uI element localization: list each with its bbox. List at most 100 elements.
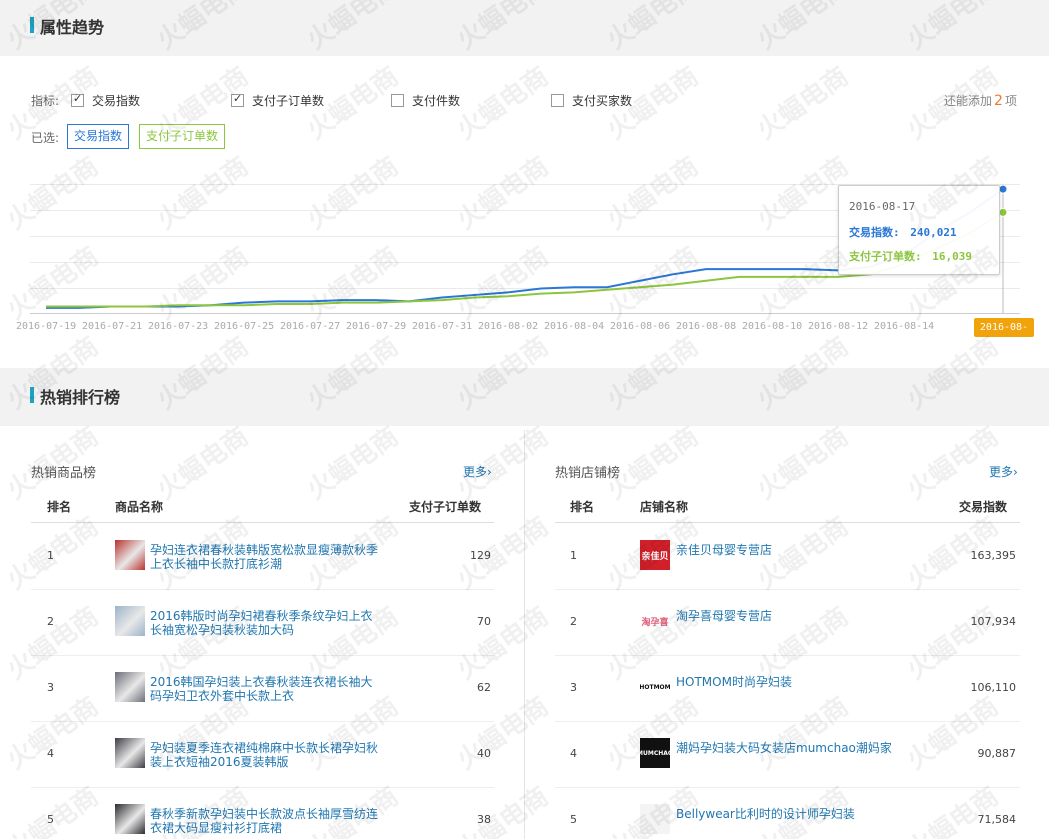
section-accent-bar xyxy=(30,387,34,403)
table-header-divider xyxy=(555,522,1020,523)
watermark-text: 火蝠电商 xyxy=(901,601,1004,686)
chevron-right-icon: › xyxy=(1013,465,1018,479)
row-divider xyxy=(555,787,1020,788)
row-value: 107,934 xyxy=(970,615,1017,628)
row-rank: 5 xyxy=(570,813,577,826)
more-label: 更多 xyxy=(989,465,1014,479)
x-tick-label: 2016-08-02 xyxy=(478,321,539,332)
shop-logo[interactable]: HOTMOM xyxy=(640,672,670,702)
x-tick-label: 2016-08-08 xyxy=(676,321,737,332)
trend-chart-plot[interactable] xyxy=(0,0,1049,340)
chevron-right-icon: › xyxy=(487,465,492,479)
watermark-text: 火蝠电商 xyxy=(751,421,854,506)
x-tick-label: 2016-08-12 xyxy=(808,321,869,332)
product-name-link[interactable]: 2016韩版时尚孕妇裙春秋季条纹孕妇上衣长袖宽松孕妇装秋装加大码 xyxy=(150,609,382,637)
row-rank: 2 xyxy=(570,615,577,628)
row-value: 62 xyxy=(477,681,491,694)
row-rank: 3 xyxy=(570,681,577,694)
row-rank: 2 xyxy=(47,615,54,628)
row-value: 163,395 xyxy=(970,549,1017,562)
row-rank: 4 xyxy=(47,747,54,760)
shop-logo[interactable] xyxy=(640,804,670,834)
tooltip-date: 2016-08-17 xyxy=(849,200,916,213)
x-tick-label: 2016-07-23 xyxy=(148,321,209,332)
row-divider xyxy=(31,787,494,788)
shop-name-link[interactable]: 亲佳贝母婴专营店 xyxy=(676,543,896,557)
x-tick-label: 2016-07-21 xyxy=(82,321,143,332)
shop-logo-text: HOTMOM xyxy=(640,683,670,691)
row-divider xyxy=(31,655,494,656)
row-value: 40 xyxy=(477,747,491,760)
row-rank: 5 xyxy=(47,813,54,826)
tooltip-series1-value: 240,021 xyxy=(910,226,957,239)
col-product-name: 商品名称 xyxy=(115,500,164,514)
shop-logo-text: MUMCHAO xyxy=(640,749,670,757)
data-point-s1 xyxy=(998,184,1008,194)
ranking-section-header: 热销排行榜 xyxy=(0,368,1049,426)
more-label: 更多 xyxy=(463,465,488,479)
col-rank: 排名 xyxy=(570,500,595,514)
watermark-text: 火蝠电商 xyxy=(901,781,1004,839)
hot-products-title: 热销商品榜 xyxy=(31,466,97,481)
row-rank: 1 xyxy=(570,549,577,562)
x-tick-label: 2016-08-06 xyxy=(610,321,671,332)
product-name-link[interactable]: 2016韩国孕妇装上衣春秋装连衣裙长袖大码孕妇卫衣外套中长款上衣 xyxy=(150,675,382,703)
row-value: 129 xyxy=(470,549,491,562)
x-tick-label: 2016-07-25 xyxy=(214,321,275,332)
row-value: 71,584 xyxy=(977,813,1017,826)
col-rank: 排名 xyxy=(47,500,72,514)
row-divider xyxy=(31,589,494,590)
row-divider xyxy=(31,721,494,722)
watermark-text: 火蝠电商 xyxy=(751,691,854,776)
watermark-text: 火蝠电商 xyxy=(901,691,1004,776)
row-divider xyxy=(555,589,1020,590)
row-value: 38 xyxy=(477,813,491,826)
shop-name-link[interactable]: 淘孕喜母婴专营店 xyxy=(676,609,896,623)
row-rank: 4 xyxy=(570,747,577,760)
shop-logo[interactable]: MUMCHAO xyxy=(640,738,670,768)
shop-logo[interactable]: 淘孕喜 xyxy=(640,606,670,636)
hot-shops-more-link[interactable]: 更多› xyxy=(989,463,1018,480)
ranking-section-title: 热销排行榜 xyxy=(40,388,121,407)
x-tick-label: 2016-07-31 xyxy=(412,321,473,332)
product-thumbnail[interactable] xyxy=(115,606,145,636)
hot-products-more-link[interactable]: 更多› xyxy=(463,463,492,480)
product-name-link[interactable]: 孕妇连衣裙春秋装韩版宽松款显瘦薄款秋季上衣长袖中长款打底衫潮 xyxy=(150,543,382,571)
x-tick-label: 2016-07-27 xyxy=(280,321,341,332)
table-header-divider xyxy=(31,522,494,523)
product-thumbnail[interactable] xyxy=(115,672,145,702)
col-transaction-index: 交易指数 xyxy=(959,500,1008,514)
tooltip-series1-label: 交易指数: xyxy=(849,226,900,239)
product-thumbnail[interactable] xyxy=(115,540,145,570)
col-paid-suborders: 支付子订单数 xyxy=(409,500,482,514)
x-tick-label: 2016-08-10 xyxy=(742,321,803,332)
row-rank: 3 xyxy=(47,681,54,694)
tooltip-series2-value: 16,039 xyxy=(932,250,972,263)
product-name-link[interactable]: 孕妇装夏季连衣裙纯棉麻中长款长裙孕妇秋装上衣短袖2016夏装韩版 xyxy=(150,741,382,769)
tooltip-series2: 支付子订单数: 16,039 xyxy=(849,248,972,264)
row-value: 106,110 xyxy=(970,681,1017,694)
product-name-link[interactable]: 春秋季新款孕妇装中长款波点长袖厚雪纺连衣裙大码显瘦衬衫打底裙 xyxy=(150,807,382,835)
row-value: 90,887 xyxy=(977,747,1017,760)
shop-name-link[interactable]: Bellywear比利时的设计师孕妇装 xyxy=(676,807,896,821)
highlight-date-label: 2016-08-17 xyxy=(974,318,1034,352)
shop-logo-text: 淘孕喜 xyxy=(641,617,669,628)
shop-name-link[interactable]: HOTMOM时尚孕妇装 xyxy=(676,675,896,689)
tooltip-series1: 交易指数: 240,021 xyxy=(849,224,957,240)
row-value: 70 xyxy=(477,615,491,628)
row-rank: 1 xyxy=(47,549,54,562)
row-divider xyxy=(555,721,1020,722)
col-shop-name: 店铺名称 xyxy=(640,500,689,514)
shop-logo[interactable]: 亲佳贝 xyxy=(640,540,670,570)
data-point-s2 xyxy=(998,207,1008,217)
x-tick-label: 2016-08-04 xyxy=(544,321,605,332)
shop-name-link[interactable]: 潮妈孕妇装大码女装店mumchao潮妈家 xyxy=(676,741,896,755)
product-thumbnail[interactable] xyxy=(115,804,145,834)
x-tick-label: 2016-07-29 xyxy=(346,321,407,332)
tooltip-series2-label: 支付子订单数: xyxy=(849,250,922,263)
chart-tooltip: 2016-08-17 交易指数: 240,021 支付子订单数: 16,039 xyxy=(838,185,1000,275)
x-tick-label: 2016-08-14 xyxy=(874,321,935,332)
product-thumbnail[interactable] xyxy=(115,738,145,768)
shop-logo-text: 亲佳贝 xyxy=(641,551,669,562)
hot-shops-title: 热销店铺榜 xyxy=(555,466,621,481)
